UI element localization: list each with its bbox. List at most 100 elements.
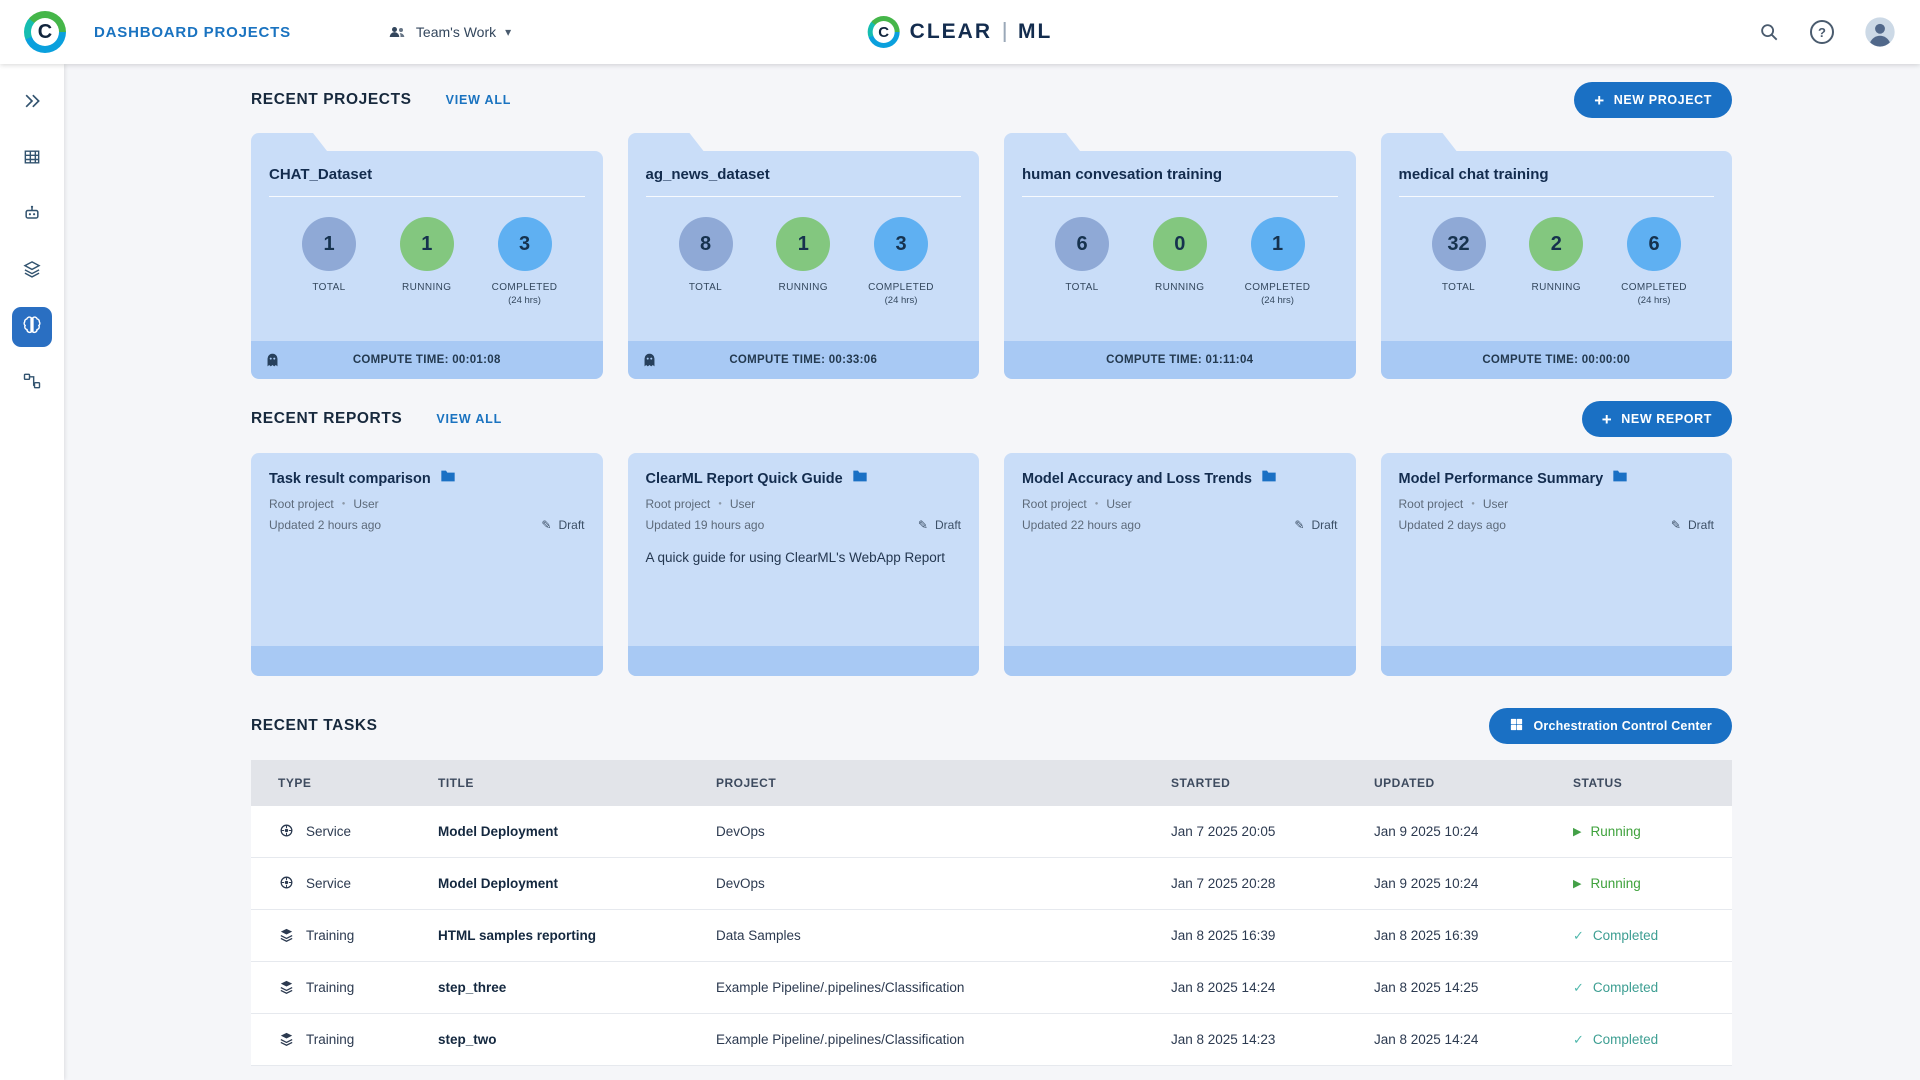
report-card-strip [1380, 646, 1732, 676]
report-cards-row: Task result comparison Root project ● Us… [251, 453, 1732, 676]
logo-text-ml: ML [1018, 20, 1053, 43]
status-label: Completed [1592, 1032, 1659, 1047]
task-title: step_two [438, 1032, 497, 1047]
report-card-strip [627, 646, 979, 676]
sidebar-item-datasets[interactable] [12, 139, 52, 179]
report-card[interactable]: Model Accuracy and Loss Trends Root proj… [1004, 453, 1356, 676]
tasks-section-head: RECENT TASKS Orchestration Control Cente… [251, 708, 1732, 744]
column-header-updated: UPDATED [1374, 776, 1435, 790]
column-header-project: PROJECT [716, 776, 777, 790]
completed-count-badge: 1 [1250, 217, 1305, 271]
team-icon [387, 22, 407, 42]
new-project-button[interactable]: + NEW PROJECT [1574, 82, 1732, 118]
training-icon [278, 978, 295, 998]
folder-icon [1261, 469, 1277, 488]
grid-icon [1509, 717, 1524, 735]
status-badge: ✓ Completed [1573, 980, 1732, 996]
status-badge: ▶ Running [1573, 876, 1732, 891]
report-card-strip [251, 646, 603, 676]
task-type: Training [306, 928, 355, 943]
project-card[interactable]: ag_news_dataset 8 TOTAL 1 RUNNING 3 COMP… [627, 133, 979, 379]
stat-running: 0 RUNNING [1134, 217, 1226, 306]
folder-tab [251, 133, 327, 151]
status-label: Running [1590, 824, 1641, 839]
stat-completed: 3 COMPLETED (24 hrs) [479, 217, 571, 306]
table-row[interactable]: Training step_two Example Pipeline/.pipe… [251, 1014, 1732, 1066]
report-project: Root project [645, 497, 711, 511]
sidebar-item-dashboard-active[interactable] [12, 307, 52, 347]
report-project: Root project [269, 497, 334, 511]
column-header-started: STARTED [1171, 776, 1231, 790]
main-content: RECENT PROJECTS VIEW ALL + NEW PROJECT C… [64, 64, 1920, 1080]
compute-time-footer: COMPUTE TIME: 01:11:04 [1004, 341, 1356, 379]
compute-time-text: COMPUTE TIME: 00:33:06 [729, 354, 878, 366]
total-label: TOTAL [688, 282, 723, 293]
total-label: TOTAL [1441, 282, 1476, 293]
page-title[interactable]: DASHBOARD PROJECTS [94, 24, 291, 41]
projects-section-head: RECENT PROJECTS VIEW ALL + NEW PROJECT [251, 82, 1732, 118]
report-card[interactable]: Model Performance Summary Root project ●… [1380, 453, 1732, 676]
table-row[interactable]: Service Model Deployment DevOps Jan 7 20… [251, 858, 1732, 910]
report-card[interactable]: ClearML Report Quick Guide Root project … [627, 453, 979, 676]
compute-time-footer: COMPUTE TIME: 00:33:06 [627, 341, 979, 379]
report-user: User [729, 497, 756, 511]
sidebar-item-pipelines[interactable] [12, 363, 52, 403]
sidebar-item-launch[interactable] [12, 83, 52, 123]
project-name: human convesation training [1022, 166, 1223, 183]
stat-running: 2 RUNNING [1510, 217, 1602, 306]
compute-time-footer: COMPUTE TIME: 00:01:08 [251, 341, 603, 379]
folder-icon [852, 469, 868, 488]
report-title: ClearML Report Quick Guide [645, 470, 843, 487]
compute-time-footer: COMPUTE TIME: 00:00:00 [1380, 341, 1732, 379]
task-started: Jan 8 2025 16:39 [1171, 928, 1276, 943]
table-row[interactable]: Training HTML samples reporting Data Sam… [251, 910, 1732, 962]
status-label: Completed [1592, 980, 1659, 995]
workspace-selector[interactable]: Team's Work ▾ [387, 22, 511, 42]
dot-separator: ● [1094, 501, 1099, 507]
project-card[interactable]: CHAT_Dataset 1 TOTAL 1 RUNNING 3 COMPLET… [251, 133, 603, 379]
compute-time-text: COMPUTE TIME: 00:00:00 [1482, 354, 1631, 366]
reports-view-all-link[interactable]: VIEW ALL [436, 412, 502, 426]
draft-badge: ✎ Draft [541, 518, 584, 532]
service-icon [278, 874, 295, 894]
new-report-button[interactable]: + NEW REPORT [1581, 401, 1732, 437]
project-card[interactable]: human convesation training 6 TOTAL 0 RUN… [1004, 133, 1356, 379]
play-icon: ▶ [1573, 878, 1582, 890]
window-label: (24 hrs) [508, 295, 541, 306]
table-row[interactable]: Training step_three Example Pipeline/.pi… [251, 962, 1732, 1014]
completed-count-badge: 3 [874, 217, 928, 271]
total-count-badge: 32 [1431, 217, 1486, 271]
draft-label: Draft [934, 518, 961, 532]
project-card[interactable]: medical chat training 32 TOTAL 2 RUNNING [1380, 133, 1732, 379]
running-label: RUNNING [778, 282, 828, 293]
sidebar-item-agents[interactable] [12, 195, 52, 235]
orchestration-control-center-button[interactable]: Orchestration Control Center [1489, 708, 1732, 744]
dot-separator: ● [1471, 501, 1475, 507]
project-name: medical chat training [1398, 166, 1549, 183]
table-row[interactable]: Service Model Deployment DevOps Jan 7 20… [251, 806, 1732, 858]
chevron-down-icon: ▾ [505, 25, 512, 39]
search-icon[interactable] [1758, 21, 1780, 43]
user-avatar[interactable] [1864, 16, 1896, 48]
pencil-icon: ✎ [541, 518, 552, 532]
logo-letter-small: C [878, 23, 890, 41]
report-user: User [353, 497, 379, 511]
layers-icon [22, 259, 42, 284]
running-count-badge: 1 [776, 217, 831, 271]
report-project: Root project [1022, 497, 1087, 511]
status-label: Running [1590, 876, 1641, 891]
projects-view-all-link[interactable]: VIEW ALL [446, 93, 512, 107]
reports-title: RECENT REPORTS [251, 410, 403, 427]
folder-tab [1004, 133, 1080, 151]
stat-completed: 1 COMPLETED (24 hrs) [1232, 217, 1324, 306]
sidebar-item-hyperdatasets[interactable] [12, 251, 52, 291]
total-count-badge: 1 [302, 217, 356, 271]
orchestration-label: Orchestration Control Center [1533, 719, 1712, 733]
report-user: User [1106, 497, 1132, 511]
stat-completed: 6 COMPLETED (24 hrs) [1608, 217, 1700, 306]
completed-count-badge: 6 [1627, 217, 1681, 271]
help-icon[interactable]: ? [1810, 20, 1834, 44]
window-label: (24 hrs) [1637, 295, 1671, 306]
report-card[interactable]: Task result comparison Root project ● Us… [251, 453, 603, 676]
clearml-logo-icon[interactable]: C [24, 11, 66, 53]
